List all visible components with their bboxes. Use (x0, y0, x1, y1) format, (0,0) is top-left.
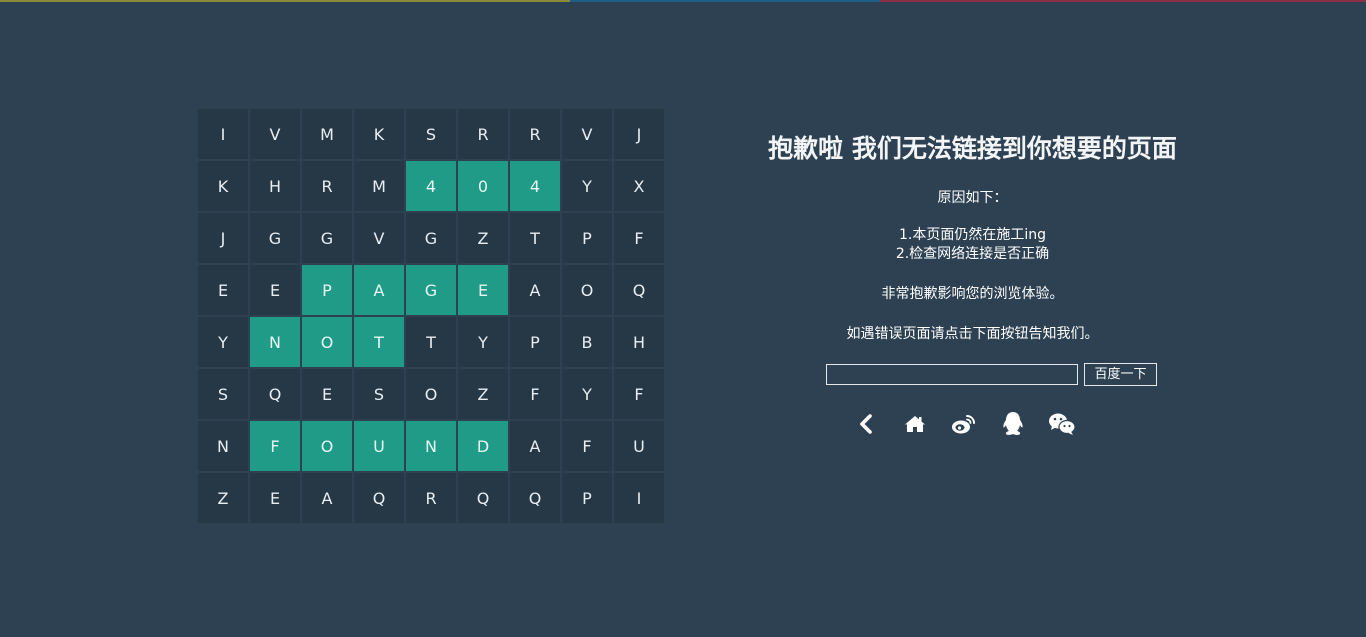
grid-cell-highlighted: 0 (458, 161, 508, 211)
reason-item: 1.本页面仍然在施工ing (898, 227, 1046, 243)
grid-cell-highlighted: G (406, 265, 456, 315)
grid-cell: F (510, 369, 560, 419)
grid-cell: S (406, 109, 456, 159)
grid-cell: Z (198, 473, 248, 523)
grid-cell-highlighted: N (250, 317, 300, 367)
grid-cell: H (614, 317, 664, 367)
grid-cell: Z (458, 213, 508, 263)
top-bar-segment (570, 0, 880, 2)
error-message-panel: 抱歉啦 我们无法链接到你想要的页面 原因如下： 1.本页面仍然在施工ing 2.… (760, 130, 1185, 343)
grid-cell: P (510, 317, 560, 367)
grid-cell: U (614, 421, 664, 471)
grid-cell-highlighted: E (458, 265, 508, 315)
grid-cell: H (250, 161, 300, 211)
search-input[interactable] (826, 364, 1078, 385)
grid-cell: B (562, 317, 612, 367)
grid-cell: O (562, 265, 612, 315)
grid-cell: X (614, 161, 664, 211)
grid-cell: V (354, 213, 404, 263)
grid-cell: I (198, 109, 248, 159)
grid-cell: A (510, 265, 560, 315)
grid-cell: P (562, 473, 612, 523)
social-icon-bar (852, 410, 1097, 438)
grid-cell: E (198, 265, 248, 315)
grid-cell-highlighted: U (354, 421, 404, 471)
weibo-icon[interactable] (950, 410, 978, 438)
grid-cell: G (250, 213, 300, 263)
grid-cell: E (250, 473, 300, 523)
grid-cell: Q (510, 473, 560, 523)
grid-cell: V (562, 109, 612, 159)
grid-cell-highlighted: F (250, 421, 300, 471)
grid-cell-highlighted: O (302, 317, 352, 367)
grid-cell: I (614, 473, 664, 523)
search-bar: 百度一下 (826, 363, 1157, 386)
grid-cell: R (458, 109, 508, 159)
grid-cell-highlighted: N (406, 421, 456, 471)
wechat-icon[interactable] (1048, 410, 1076, 438)
grid-cell: N (198, 421, 248, 471)
grid-cell: Q (458, 473, 508, 523)
home-icon[interactable] (901, 410, 929, 438)
grid-cell: Z (458, 369, 508, 419)
letter-grid: IVMKSRRVJKHRM404YXJGGVGZTPFEEPAGEAOQYNOT… (198, 109, 666, 525)
grid-cell: F (562, 421, 612, 471)
grid-cell: G (302, 213, 352, 263)
reason-heading: 原因如下： (937, 190, 1008, 206)
grid-cell-highlighted: 4 (406, 161, 456, 211)
grid-cell: M (302, 109, 352, 159)
grid-cell: Q (250, 369, 300, 419)
grid-cell: G (406, 213, 456, 263)
grid-cell: O (406, 369, 456, 419)
qq-icon[interactable] (999, 410, 1027, 438)
grid-cell: E (302, 369, 352, 419)
grid-cell: R (510, 109, 560, 159)
grid-cell-highlighted: P (302, 265, 352, 315)
apology-text: 非常抱歉影响您的浏览体验。 (881, 286, 1064, 302)
reason-item: 2.检查网络连接是否正确 (895, 246, 1050, 262)
grid-cell: Y (562, 369, 612, 419)
grid-cell: S (354, 369, 404, 419)
grid-cell: R (406, 473, 456, 523)
grid-cell-highlighted: A (354, 265, 404, 315)
grid-cell-highlighted: D (458, 421, 508, 471)
grid-cell: K (198, 161, 248, 211)
page-title: 抱歉啦 我们无法链接到你想要的页面 (768, 134, 1177, 163)
grid-cell: A (510, 421, 560, 471)
grid-cell: M (354, 161, 404, 211)
grid-cell: P (562, 213, 612, 263)
top-bar-segment (0, 0, 570, 2)
grid-cell: T (406, 317, 456, 367)
top-bar-segment (880, 0, 1366, 2)
grid-cell: Q (354, 473, 404, 523)
baidu-search-button[interactable]: 百度一下 (1084, 363, 1157, 386)
grid-cell: T (510, 213, 560, 263)
grid-cell: F (614, 369, 664, 419)
grid-cell: R (302, 161, 352, 211)
grid-cell: S (198, 369, 248, 419)
grid-cell: V (250, 109, 300, 159)
contact-text: 如遇错误页面请点击下面按钮告知我们。 (846, 326, 1099, 342)
grid-cell: E (250, 265, 300, 315)
grid-cell: Y (562, 161, 612, 211)
top-color-bar (0, 0, 1366, 2)
grid-cell: Q (614, 265, 664, 315)
grid-cell: F (614, 213, 664, 263)
back-icon[interactable] (852, 410, 880, 438)
grid-cell: A (302, 473, 352, 523)
grid-cell: K (354, 109, 404, 159)
grid-cell: J (198, 213, 248, 263)
grid-cell-highlighted: T (354, 317, 404, 367)
grid-cell-highlighted: 4 (510, 161, 560, 211)
grid-cell: J (614, 109, 664, 159)
grid-cell-highlighted: O (302, 421, 352, 471)
reason-list: 1.本页面仍然在施工ing 2.检查网络连接是否正确 (760, 226, 1185, 264)
grid-cell: Y (198, 317, 248, 367)
grid-cell: Y (458, 317, 508, 367)
